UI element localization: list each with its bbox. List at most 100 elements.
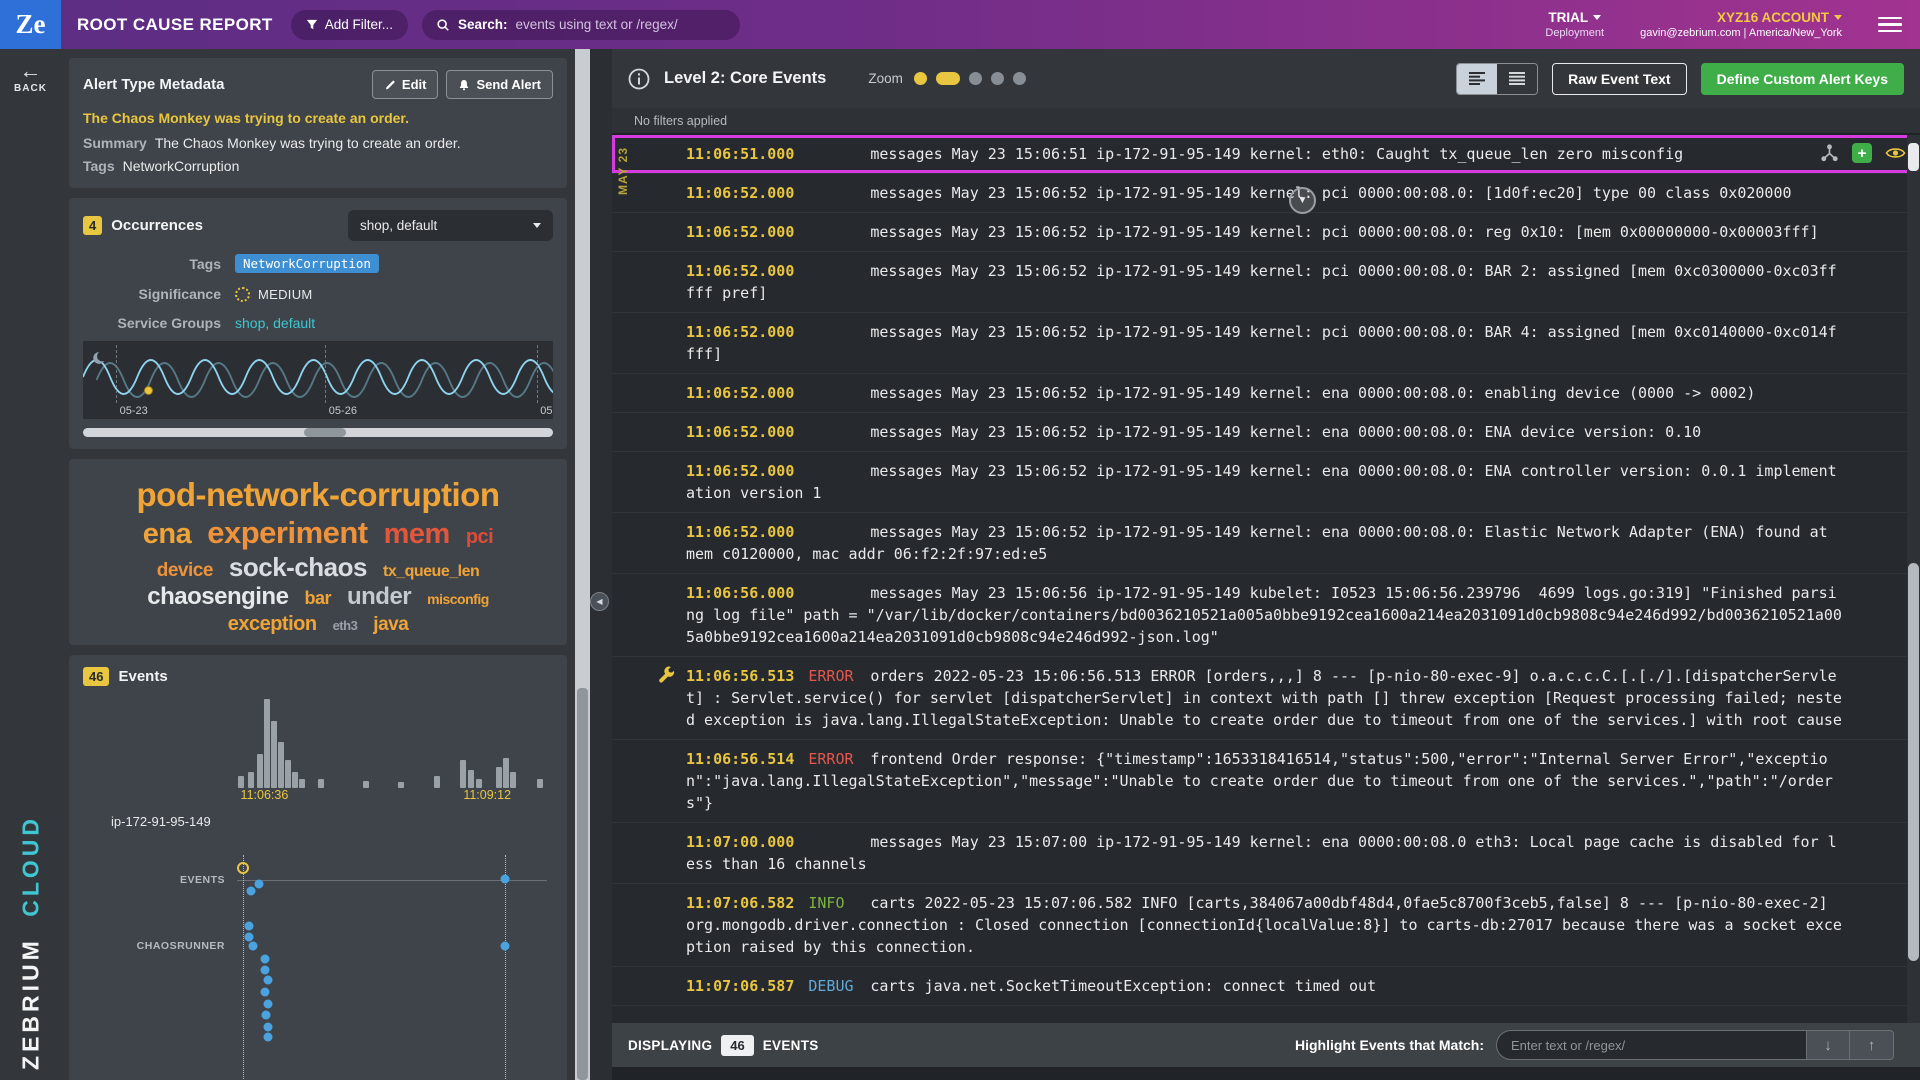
zebrium-logo[interactable]: Ze [0,0,61,49]
log-scrollbar-top-thumb[interactable] [1908,143,1919,171]
core-events-header: Level 2: Core Events Zoom Raw Event Text… [612,49,1920,108]
event-dot[interactable] [264,1000,273,1009]
zoom-level-2[interactable] [936,72,960,85]
account-menu[interactable]: XYZ16 ACCOUNT gavin@zebrium.com | Americ… [1640,10,1842,39]
histogram-bar [468,770,474,788]
tag-badge[interactable]: NetworkCorruption [235,254,379,273]
word-cloud-term[interactable]: java [373,614,408,635]
timeline-chart[interactable]: 05-2305-2605-29 [83,341,553,419]
search-box[interactable]: Search: [422,10,740,40]
log-row[interactable]: 11:06:52.000messages May 23 15:06:52 ip-… [612,213,1920,252]
occurrences-panel-title: Occurrences [111,217,203,234]
log-row[interactable]: 11:06:52.000messages May 23 15:06:52 ip-… [612,413,1920,452]
timeline-scrollbar-thumb[interactable] [304,428,346,437]
event-dot[interactable] [246,887,255,896]
event-dot[interactable] [260,966,269,975]
log-row[interactable]: 11:06:56.000messages May 23 15:06:56 ip-… [612,574,1920,657]
event-dot[interactable] [260,988,269,997]
service-group-select[interactable]: shop, default [348,210,553,241]
zoom-level-3[interactable] [969,72,982,85]
word-cloud-term[interactable]: pci [466,526,493,548]
zoom-level-1[interactable] [914,72,927,85]
event-dot[interactable] [501,875,510,884]
events-swimlane: EVENTS CHAOSRUNNER [83,837,553,1080]
view-mode-toggle [1456,63,1538,95]
log-row[interactable]: 11:07:00.000messages May 23 15:07:00 ip-… [612,823,1920,884]
view-event-icon[interactable] [1885,146,1906,160]
event-severity: ERROR [794,665,870,687]
word-cloud-term[interactable]: experiment [207,516,367,551]
log-row[interactable]: 11:06:52.000messages May 23 15:06:52 ip-… [612,374,1920,413]
log-row[interactable]: 11:06:56.514ERRORfrontend Order response… [612,740,1920,823]
event-dot[interactable] [264,1023,273,1032]
log-scrollbar[interactable] [1907,135,1920,1023]
word-cloud: pod-network-corruption ena experiment mempc… [69,459,567,645]
search-label: Search: [458,17,508,32]
log-row[interactable]: 11:06:52.000messages May 23 15:06:52 ip-… [612,313,1920,374]
event-dot[interactable] [248,942,257,951]
selected-event-dot[interactable] [237,862,249,874]
histogram-bar [510,772,516,788]
log-row[interactable]: 11:06:52.000messages May 23 15:06:52 ip-… [612,513,1920,574]
log-viewport[interactable]: MAY 23 11:06:51.000messages May 23 15:06… [612,135,1920,1023]
chaos-experiment-icon[interactable] [1820,144,1839,163]
service-groups-value[interactable]: shop, default [235,315,315,331]
event-dot[interactable] [264,976,273,985]
log-row[interactable]: 11:06:56.513ERRORorders 2022-05-23 15:06… [612,657,1920,740]
view-wrapped-button[interactable] [1457,64,1497,94]
info-icon[interactable] [628,68,650,90]
sidebar-scrollbar-thumb[interactable] [577,688,588,1080]
word-cloud-term[interactable]: eth3 [333,619,358,634]
event-timestamp: 11:06:56.000 [686,584,794,602]
event-dot[interactable] [260,955,269,964]
edit-button[interactable]: Edit [372,70,439,99]
define-custom-alert-keys-button[interactable]: Define Custom Alert Keys [1701,63,1904,95]
log-row[interactable]: 11:06:51.000messages May 23 15:06:51 ip-… [612,135,1920,174]
log-scrollbar-thumb[interactable] [1908,563,1919,961]
event-dot[interactable] [501,942,510,951]
word-cloud-term[interactable]: bar [304,588,331,608]
deployment-selector[interactable]: TRIAL Deployment [1545,10,1604,39]
send-alert-button[interactable]: Send Alert [446,70,553,99]
highlight-next-button[interactable]: ↑ [1850,1030,1894,1060]
event-dot[interactable] [264,1033,273,1042]
level-title: Level 2: Core Events [664,69,826,88]
timeline-scrollbar[interactable] [83,428,553,437]
highlight-input[interactable] [1496,1030,1806,1060]
word-cloud-term[interactable]: chaosengine [147,584,288,611]
hamburger-menu-icon[interactable] [1878,17,1902,33]
word-cloud-term[interactable]: mem [384,518,450,550]
add-to-report-icon[interactable]: + [1852,143,1872,163]
top-bar: Ze ROOT CAUSE REPORT Add Filter... Searc… [0,0,1920,49]
word-cloud-term[interactable]: device [157,560,213,581]
word-cloud-term[interactable]: misconfig [427,592,489,608]
event-text: messages May 23 15:06:52 ip-172-91-95-14… [686,462,1837,502]
word-cloud-term[interactable]: exception [228,613,317,635]
log-row[interactable]: 11:06:52.000messages May 23 15:06:52 ip-… [612,174,1920,213]
word-cloud-term[interactable]: pod-network-corruption [137,477,500,514]
raw-event-text-button[interactable]: Raw Event Text [1552,63,1686,95]
view-list-button[interactable] [1497,64,1537,94]
zoom-level-4[interactable] [991,72,1004,85]
back-button[interactable]: ← BACK [0,61,61,94]
word-cloud-term[interactable]: under [347,584,411,611]
word-cloud-term[interactable]: tx_queue_len [383,563,479,581]
log-row[interactable]: 11:07:06.587DEBUGcarts java.net.SocketTi… [612,967,1920,1006]
word-cloud-term[interactable]: ena [143,518,191,550]
collapse-sidebar-button[interactable]: ◀ [590,592,609,611]
filter-funnel-icon [306,19,318,31]
zoom-label: Zoom [868,71,903,86]
event-dot[interactable] [262,1011,271,1020]
log-row[interactable]: 11:07:06.582INFOcarts 2022-05-23 15:07:0… [612,884,1920,967]
search-input[interactable] [516,17,726,32]
add-filter-button[interactable]: Add Filter... [291,10,408,40]
zoom-level-5[interactable] [1013,72,1026,85]
sidebar-scrollbar[interactable] [575,49,590,1080]
highlight-prev-button[interactable]: ↓ [1806,1030,1850,1060]
log-row[interactable]: 11:06:52.000messages May 23 15:06:52 ip-… [612,252,1920,313]
event-dot[interactable] [245,922,254,931]
word-cloud-term[interactable]: sock-chaos [229,553,367,582]
event-dot[interactable] [245,933,254,942]
event-dot[interactable] [254,880,263,889]
log-row[interactable]: 11:06:52.000messages May 23 15:06:52 ip-… [612,452,1920,513]
